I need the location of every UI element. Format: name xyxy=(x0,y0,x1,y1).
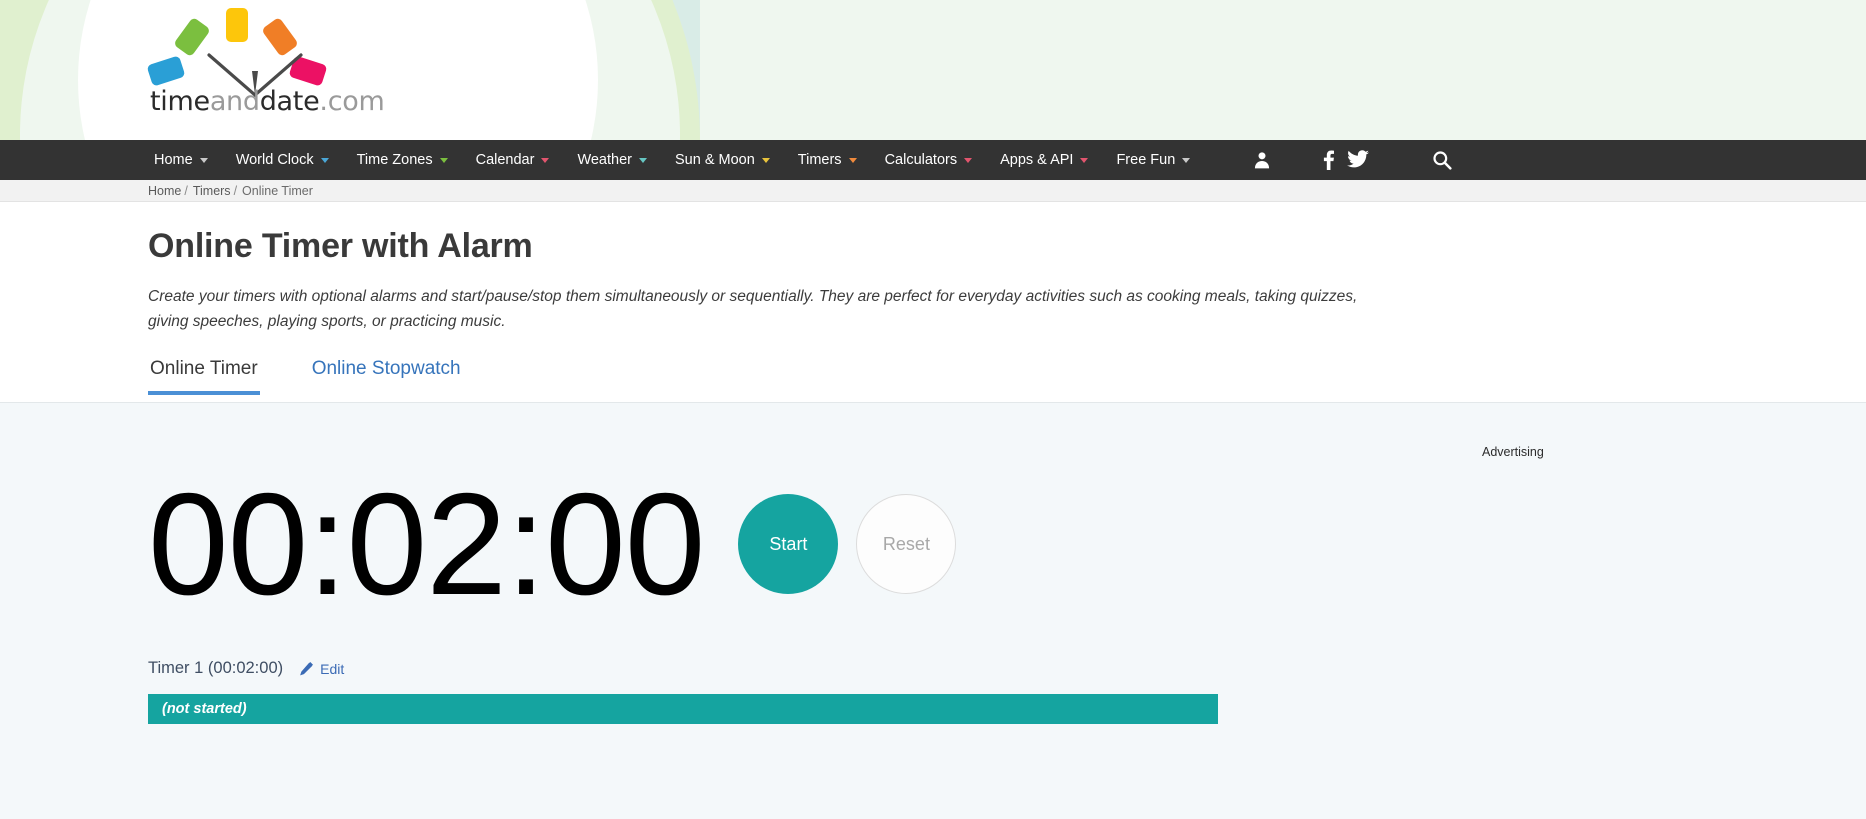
nav-item-label: Free Fun xyxy=(1116,152,1176,168)
pencil-icon xyxy=(299,661,314,676)
tab-online-timer[interactable]: Online Timer xyxy=(148,358,260,395)
breadcrumb-separator: / xyxy=(184,183,188,198)
breadcrumb-item-timers[interactable]: Timers xyxy=(193,184,231,198)
timer-main-panel: Advertising 00:02:00 Start Reset Timer 1… xyxy=(0,402,1866,819)
breadcrumb: Home / Timers / Online Timer xyxy=(0,180,1866,202)
logo-text-time: time xyxy=(150,86,210,117)
breadcrumb-separator: / xyxy=(233,183,238,198)
tab-online-stopwatch[interactable]: Online Stopwatch xyxy=(310,358,463,395)
logo-tick-green-icon xyxy=(173,16,211,58)
nav-item-label: World Clock xyxy=(235,152,314,168)
logo-tick-yellow-icon xyxy=(226,8,248,42)
logo-tick-blue-icon xyxy=(146,55,186,87)
nav-item-label: Calculators xyxy=(884,152,958,168)
tab-label: Online Stopwatch xyxy=(311,358,461,379)
edit-timer-button[interactable]: Edit xyxy=(299,661,344,677)
tab-bar: Online Timer Online Stopwatch xyxy=(148,358,1866,402)
reset-button[interactable]: Reset xyxy=(856,494,957,594)
chevron-down-icon xyxy=(439,157,448,163)
twitter-icon xyxy=(1347,150,1370,168)
twitter-button[interactable] xyxy=(1344,140,1372,180)
breadcrumb-item-home[interactable]: Home xyxy=(148,184,181,198)
start-button[interactable]: Start xyxy=(738,494,839,594)
timer-display: 00:02:00 xyxy=(148,463,705,625)
logo-wordmark: timeanddate.com xyxy=(150,86,385,117)
facebook-button[interactable] xyxy=(1318,140,1340,180)
chevron-down-icon xyxy=(320,157,329,163)
page-description: Create your timers with optional alarms … xyxy=(148,288,1358,330)
nav-item-home[interactable]: Home xyxy=(140,140,222,180)
timer-item-row: Timer 1 (00:02:00) Edit xyxy=(148,659,1866,678)
nav-item-calculators[interactable]: Calculators xyxy=(871,140,987,180)
chevron-down-icon xyxy=(638,157,647,163)
logo-clock-icon xyxy=(146,8,360,98)
tab-label: Online Timer xyxy=(150,358,258,379)
edit-timer-label: Edit xyxy=(320,660,345,677)
page-header-block: Online Timer with Alarm Create your time… xyxy=(0,202,1866,402)
facebook-icon xyxy=(1324,150,1335,170)
main-navigation-bar: Home World Clock Time Zones Calendar Wea… xyxy=(0,140,1866,180)
start-button-label: Start xyxy=(769,533,808,554)
nav-item-label: Timers xyxy=(797,152,842,168)
nav-item-label: Calendar xyxy=(475,152,535,168)
timer-status-text: (not started) xyxy=(162,701,247,717)
page-title: Online Timer with Alarm xyxy=(148,227,533,265)
nav-item-calendar[interactable]: Calendar xyxy=(462,140,564,180)
reset-button-label: Reset xyxy=(882,533,930,554)
breadcrumb-item-online-timer: Online Timer xyxy=(242,183,313,198)
chevron-down-icon xyxy=(761,157,770,163)
nav-item-label: Weather xyxy=(577,152,632,168)
chevron-down-icon xyxy=(199,157,208,163)
social-links xyxy=(1318,140,1372,180)
logo-text-and: and xyxy=(209,86,260,117)
nav-item-time-zones[interactable]: Time Zones xyxy=(343,140,462,180)
advertising-label: Advertising xyxy=(1482,445,1544,459)
chevron-down-icon xyxy=(1080,157,1089,163)
nav-item-weather[interactable]: Weather xyxy=(563,140,661,180)
user-account-button[interactable] xyxy=(1240,140,1284,180)
chevron-down-icon xyxy=(1182,157,1191,163)
nav-item-apps-and-api[interactable]: Apps & API xyxy=(986,140,1102,180)
nav-item-sun-and-moon[interactable]: Sun & Moon xyxy=(661,140,784,180)
logo-tick-orange-icon xyxy=(261,16,299,58)
nav-icon-group xyxy=(1240,140,1464,180)
nav-item-timers[interactable]: Timers xyxy=(784,140,871,180)
nav-item-label: Time Zones xyxy=(356,152,433,168)
site-header-banner: timeanddate.com xyxy=(0,0,1866,140)
nav-item-label: Home xyxy=(154,152,193,168)
timer-status-bar: (not started) xyxy=(148,694,1218,724)
nav-item-label: Sun & Moon xyxy=(674,152,755,168)
search-button[interactable] xyxy=(1420,140,1464,180)
timer-controls-row: 00:02:00 Start Reset xyxy=(148,403,1866,625)
logo-text-date: date xyxy=(259,86,320,117)
nav-item-free-fun[interactable]: Free Fun xyxy=(1102,140,1204,180)
nav-item-world-clock[interactable]: World Clock xyxy=(222,140,343,180)
chevron-down-icon xyxy=(848,157,857,163)
logo-text-com: .com xyxy=(319,86,385,117)
user-account-icon xyxy=(1255,152,1270,169)
search-icon xyxy=(1433,151,1452,170)
timer-item-label: Timer 1 (00:02:00) xyxy=(148,659,284,677)
nav-item-label: Apps & API xyxy=(1000,152,1074,168)
chevron-down-icon xyxy=(541,157,550,163)
site-logo[interactable]: timeanddate.com xyxy=(146,8,385,126)
chevron-down-icon xyxy=(964,157,973,163)
